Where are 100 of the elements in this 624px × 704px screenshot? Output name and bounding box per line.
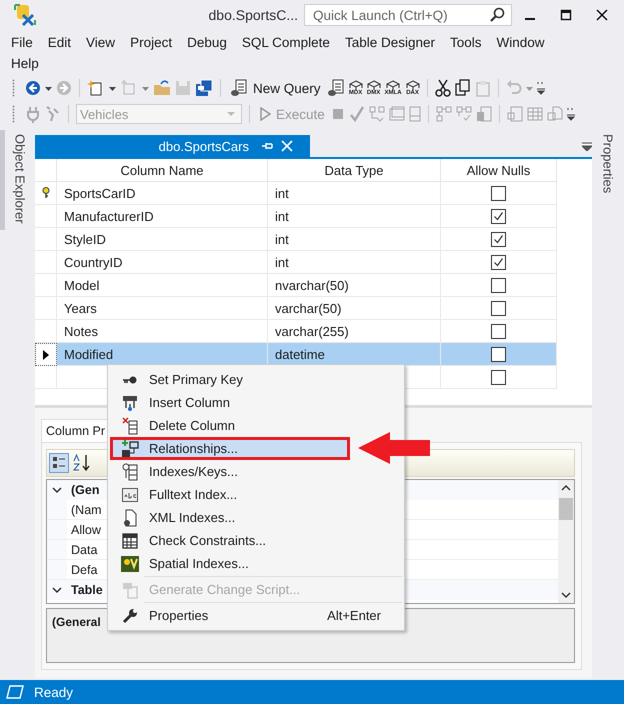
back-icon[interactable] <box>25 80 41 96</box>
allow-nulls-checkbox[interactable] <box>491 208 506 224</box>
document-icon <box>123 508 137 526</box>
context-menu-item[interactable]: Insert Column <box>110 391 402 414</box>
property-name[interactable]: (Nam <box>47 500 102 519</box>
delete-column-icon <box>122 416 138 434</box>
table-cell[interactable]: ManufacturerID <box>57 205 268 228</box>
app-logo-icon <box>13 3 37 27</box>
save-all-icon[interactable] <box>195 79 213 97</box>
text-box-icon <box>122 488 138 502</box>
menu-item[interactable]: Window <box>490 32 552 53</box>
query-icon[interactable] <box>326 79 345 97</box>
allow-nulls-checkbox[interactable] <box>491 278 506 292</box>
context-menu-item[interactable]: Indexes/Keys... <box>110 460 402 483</box>
menu-item[interactable]: View <box>79 32 122 53</box>
table-cell[interactable]: datetime <box>268 343 441 366</box>
table-cell[interactable]: Modified <box>57 343 268 366</box>
allow-nulls-checkbox[interactable] <box>491 300 506 316</box>
close-icon <box>596 9 608 21</box>
context-menu-item[interactable]: Spatial Indexes... <box>110 552 402 575</box>
table-cell[interactable]: int <box>268 228 441 251</box>
tab-title: dbo.SportsCars <box>158 138 249 154</box>
close-icon[interactable] <box>281 140 293 152</box>
overflow-icon[interactable] <box>566 105 575 123</box>
checkmark-icon[interactable] <box>348 106 365 122</box>
side-tab[interactable]: Object Explorer <box>12 130 28 224</box>
table-cell[interactable]: varchar(50) <box>268 297 441 320</box>
table-cell[interactable]: SportsCarID <box>57 182 268 205</box>
search-icon <box>489 7 505 23</box>
query-icon <box>230 79 248 97</box>
allow-nulls-checkbox[interactable] <box>491 254 506 270</box>
menu-item[interactable]: Debug <box>180 32 234 53</box>
table-cell[interactable]: int <box>268 182 441 205</box>
column-header[interactable]: Data Type <box>268 159 441 182</box>
quick-launch-field[interactable]: Quick Launch (Ctrl+Q) <box>304 4 512 26</box>
property-name[interactable]: Defa <box>47 560 98 579</box>
allow-nulls-checkbox[interactable] <box>491 186 506 200</box>
folder-icon[interactable] <box>153 79 171 97</box>
table-cell[interactable]: StyleID <box>57 228 268 251</box>
context-menu-item[interactable]: Properties Alt+Enter <box>110 604 402 627</box>
wrench-icon <box>122 608 138 624</box>
context-menu-item[interactable]: Set Primary Key <box>110 368 402 391</box>
column-header[interactable]: Allow Nulls <box>441 159 557 182</box>
status-text: Ready <box>34 684 74 700</box>
menu-item[interactable]: SQL Complete <box>234 32 337 53</box>
context-menu-item[interactable]: Check Constraints... <box>110 529 402 552</box>
context-menu-item[interactable]: Relationships... <box>110 437 350 460</box>
caret-icon <box>227 110 235 118</box>
menu-item[interactable]: Tools <box>443 32 489 53</box>
cut-icon[interactable] <box>434 79 451 97</box>
context-menu-item[interactable]: Delete Column <box>110 414 402 437</box>
menu-item[interactable]: File <box>4 32 40 53</box>
script-icon <box>122 580 138 598</box>
dropdown-icon[interactable] <box>582 141 592 151</box>
document-tab[interactable]: dbo.SportsCars <box>35 135 310 157</box>
property-name[interactable]: Allow <box>47 520 101 539</box>
new-query-button[interactable]: New Query <box>228 77 323 99</box>
table-cell[interactable]: CountryID <box>57 251 268 274</box>
allow-nulls-checkbox[interactable] <box>491 370 506 384</box>
toolbar-grip[interactable] <box>12 79 15 97</box>
sort-alphabetical-icon[interactable] <box>72 453 92 473</box>
description-title: (General <box>52 615 101 629</box>
toolbar-grip[interactable] <box>12 105 15 123</box>
table-cell[interactable]: nvarchar(50) <box>268 274 441 297</box>
copy-icon[interactable] <box>454 79 471 97</box>
indexes-icon <box>122 462 138 480</box>
menu-item[interactable]: Help <box>4 53 46 74</box>
side-tab[interactable]: Properties <box>600 130 616 194</box>
menu-item[interactable]: Project <box>123 32 180 53</box>
table-cell[interactable]: int <box>268 251 441 274</box>
overflow-icon[interactable] <box>536 79 545 97</box>
play-icon <box>259 107 271 121</box>
menu-item[interactable]: Edit <box>40 32 78 53</box>
context-menu-item[interactable]: XML Indexes... <box>110 506 402 529</box>
current-row-icon <box>42 350 50 360</box>
table-cell[interactable]: Model <box>57 274 268 297</box>
scroll-thumb[interactable] <box>559 498 573 520</box>
menu-item[interactable]: Table Designer <box>338 32 442 53</box>
cube-icon <box>348 80 363 90</box>
table-cell[interactable]: Years <box>57 297 268 320</box>
cube-icon <box>406 80 420 90</box>
cube-icon <box>366 80 381 90</box>
window-title: dbo.SportsC... <box>208 7 298 23</box>
diagram-check-icon[interactable] <box>456 106 472 122</box>
allow-nulls-checkbox[interactable] <box>491 232 506 246</box>
scrollbar[interactable] <box>558 480 574 603</box>
context-menu-item[interactable]: Fulltext Index... <box>110 483 402 506</box>
picture-icon <box>121 556 139 572</box>
table-cell[interactable]: int <box>268 205 441 228</box>
allow-nulls-checkbox[interactable] <box>491 324 506 338</box>
categorized-icon[interactable] <box>49 453 69 473</box>
minimize-icon <box>525 18 535 20</box>
pin-icon[interactable] <box>261 140 273 152</box>
scroll-up-icon[interactable] <box>561 484 571 492</box>
allow-nulls-checkbox[interactable] <box>491 346 506 362</box>
scroll-down-icon[interactable] <box>561 591 571 599</box>
corner-cell <box>35 159 57 182</box>
table-icon <box>122 532 138 548</box>
property-name[interactable]: Data <box>47 540 98 559</box>
column-header[interactable]: Column Name <box>57 159 268 182</box>
